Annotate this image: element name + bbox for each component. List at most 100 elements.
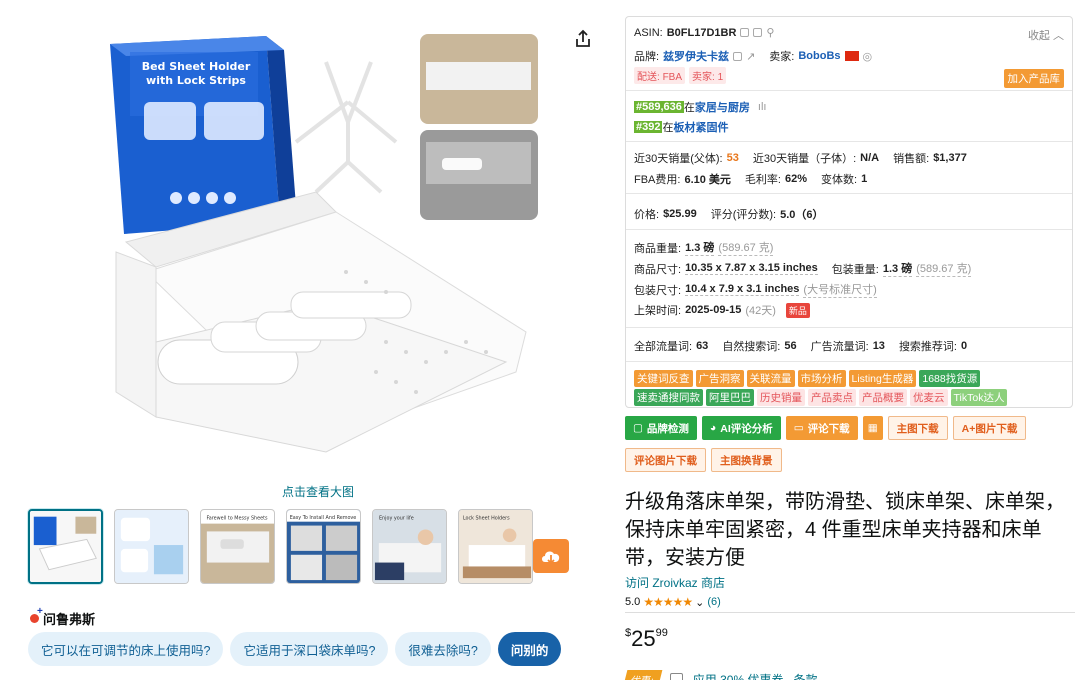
rank-row-1: #589,636 在 家居与厨房 ılı bbox=[634, 99, 767, 115]
review-image-download-button[interactable]: 评论图片下载 bbox=[625, 448, 706, 472]
rufus-heading: 问鲁弗斯 bbox=[30, 606, 95, 628]
rufus-question-chip[interactable]: 很难去除吗? bbox=[395, 632, 491, 666]
coupon-terms-link[interactable]: 条款 bbox=[793, 671, 817, 680]
product-price: $ 25 99 bbox=[625, 626, 668, 651]
asin-value: B0FL17D1BR bbox=[666, 26, 737, 39]
share-icon[interactable] bbox=[572, 28, 594, 50]
coupon-badge: 优惠: bbox=[622, 670, 663, 680]
fulfillment-badge: 配送: FBA bbox=[634, 67, 686, 84]
download-images-button[interactable] bbox=[533, 539, 569, 573]
main-image-download-button[interactable]: 主图下载 bbox=[887, 416, 948, 440]
tool-tags-row-1: 关键词反查 广告洞察 关联流量 市场分析 Listing生成器 1688找货源 bbox=[634, 370, 981, 387]
dims-row: 商品尺寸: 10.35 x 7.87 x 3.15 inches 包装重量: 1… bbox=[634, 262, 972, 277]
tool-tag[interactable]: 产品卖点 bbox=[808, 389, 856, 406]
add-to-library-button[interactable]: 加入产品库 bbox=[1003, 69, 1064, 88]
calculator-icon: ▦ bbox=[867, 422, 878, 434]
rank-badge: #392 bbox=[634, 121, 663, 133]
rufus-question-chips: 它可以在可调节的床上使用吗? 它适用于深口袋床单吗? 很难去除吗? 问别的 bbox=[28, 632, 562, 666]
thumbnail-6[interactable]: Lock Sheet Holders bbox=[458, 509, 533, 584]
store-link[interactable]: 访问 Zroivkaz 商店 bbox=[625, 574, 725, 591]
tool-tag[interactable]: 阿里巴巴 bbox=[706, 389, 754, 406]
calculator-button[interactable]: ▦ bbox=[862, 416, 883, 440]
collapse-button[interactable]: 收起 ︿ bbox=[1028, 27, 1064, 43]
tool-tag[interactable]: 广告洞察 bbox=[695, 370, 744, 387]
external-link-icon[interactable]: ↗ bbox=[746, 50, 755, 63]
rating-summary[interactable]: 5.0 ★★★★★ ⌄ (6) bbox=[625, 595, 721, 609]
tool-tags-row-2: 速卖通搜同款 阿里巴巴 历史销量 产品卖点 产品概要 优麦云 TikTok达人 bbox=[634, 389, 1008, 406]
fee-row: FBA费用: 6.10 美元 毛利率: 62% 变体数: 1 bbox=[634, 173, 868, 186]
action-buttons-row-1: ▢ 品牌检测 ◕ AI评论分析 ▭ 评论下载 ▦ 主图下载 A+图片下载 bbox=[625, 416, 1027, 440]
coupon-text[interactable]: 应用 30% 优惠券 bbox=[693, 671, 784, 680]
svg-text:Lock Sheet Holders: Lock Sheet Holders bbox=[463, 516, 510, 522]
copy-icon[interactable] bbox=[740, 28, 750, 37]
brand-link[interactable]: 兹罗伊夫卡兹 bbox=[663, 48, 729, 64]
product-title: 升级角落床单架，带防滑垫、锁床单架、床单架，保持床单牢固紧密，4 件重型床单夹持… bbox=[625, 491, 1065, 569]
tool-tag[interactable]: 关联流量 bbox=[746, 370, 795, 387]
chart-icon[interactable]: ılı bbox=[758, 101, 767, 113]
thumbnail-4[interactable]: Easy To Install And Remove bbox=[286, 509, 361, 584]
holder-pieces-illustration bbox=[115, 191, 527, 453]
action-buttons-row-2: 评论图片下载 主图换背景 bbox=[625, 448, 782, 472]
main-image-background-button[interactable]: 主图换背景 bbox=[711, 448, 782, 472]
thumbnail-3[interactable]: Farewell to Messy Sheets bbox=[200, 509, 275, 584]
thumbnail-2[interactable] bbox=[114, 509, 189, 584]
svg-text:Easy To Install And Remove: Easy To Install And Remove bbox=[290, 515, 357, 521]
tool-tag[interactable]: 1688找货源 bbox=[919, 370, 981, 387]
ask-other-button[interactable]: 问别的 bbox=[497, 632, 562, 666]
review-download-button[interactable]: ▭ 评论下载 bbox=[785, 416, 858, 440]
aplus-image-download-button[interactable]: A+图片下载 bbox=[952, 416, 1027, 440]
china-flag-icon bbox=[844, 51, 859, 61]
clip-straps-illustration bbox=[294, 61, 398, 194]
svg-text:Enjoy your life: Enjoy your life bbox=[379, 516, 414, 522]
sales-row: 近30天销量(父体): 53 近30天销量（子体）: N/A 销售额: $1,3… bbox=[634, 152, 967, 165]
fulfillment-row: 配送: FBA 卖家: 1 bbox=[634, 67, 727, 84]
seller-tool-panel: ASIN: B0FL17D1BR ⚲ 收起 ︿ 品牌: 兹罗伊夫卡兹 ↗ 卖家:… bbox=[625, 16, 1073, 408]
svg-text:Farewell to Messy Sheets: Farewell to Messy Sheets bbox=[206, 516, 268, 522]
box-title-1: Bed Sheet Holder bbox=[142, 60, 251, 73]
seller-count-badge: 卖家: 1 bbox=[689, 67, 727, 84]
asin-row: ASIN: B0FL17D1BR ⚲ bbox=[634, 26, 775, 40]
thumbnail-strip: Farewell to Messy Sheets Easy To Install… bbox=[28, 509, 533, 584]
tool-tag[interactable]: 关键词反查 bbox=[634, 370, 693, 387]
copy-icon[interactable] bbox=[733, 51, 743, 61]
tool-tag[interactable]: 优麦云 bbox=[910, 389, 948, 406]
price-rating-row: 价格: $25.99 评分(评分数): 5.0（6） bbox=[634, 208, 824, 221]
coupon-checkbox[interactable] bbox=[669, 673, 683, 680]
category-link[interactable]: 板材紧固件 bbox=[673, 119, 728, 135]
cloud-download-icon bbox=[542, 551, 560, 565]
tool-tag[interactable]: 市场分析 bbox=[797, 370, 846, 387]
pie-icon: ◕ bbox=[709, 422, 717, 434]
rufus-question-chip[interactable]: 它可以在可调节的床上使用吗? bbox=[28, 632, 224, 666]
tool-tag[interactable]: Listing生成器 bbox=[848, 370, 917, 387]
tool-tag[interactable]: 历史销量 bbox=[757, 389, 805, 406]
pkg-dims-row: 包装尺寸: 10.4 x 7.9 x 3.1 inches (大号标准尺寸) bbox=[634, 283, 877, 298]
brand-row: 品牌: 兹罗伊夫卡兹 ↗ 卖家: BoboBs ◎ bbox=[634, 48, 873, 64]
copy-icon[interactable] bbox=[753, 28, 763, 37]
tool-tag[interactable]: 速卖通搜同款 bbox=[634, 389, 703, 406]
chevron-down-icon[interactable]: ⌄ bbox=[695, 596, 704, 609]
rating-count-link[interactable]: (6) bbox=[707, 596, 720, 608]
launch-row: 上架时间: 2025-09-15 (42天) 新品 bbox=[634, 302, 810, 318]
view-large-image-link[interactable]: 点击查看大图 bbox=[282, 483, 354, 500]
check-square-icon: ▢ bbox=[633, 422, 643, 434]
main-product-image[interactable]: Bed Sheet Holder with Lock Strips bbox=[86, 22, 546, 477]
box-title-2: with Lock Strips bbox=[146, 74, 246, 87]
weight-row: 商品重量: 1.3 磅 (589.67 克) bbox=[634, 239, 774, 256]
thumbnail-1[interactable] bbox=[28, 509, 103, 584]
new-product-badge: 新品 bbox=[785, 302, 810, 318]
coupon-row: 优惠: 应用 30% 优惠券 条款 bbox=[622, 670, 817, 680]
brand-check-button[interactable]: ▢ 品牌检测 bbox=[625, 416, 697, 440]
rufus-question-chip[interactable]: 它适用于深口袋床单吗? bbox=[230, 632, 389, 666]
rufus-logo-icon bbox=[30, 606, 43, 623]
location-icon[interactable]: ⚲ bbox=[766, 26, 774, 39]
ai-review-button[interactable]: ◕ AI评论分析 bbox=[701, 416, 781, 440]
tool-tag[interactable]: TikTok达人 bbox=[950, 389, 1008, 406]
thumbnail-5[interactable]: Enjoy your life bbox=[372, 509, 447, 584]
tool-tag[interactable]: 产品概要 bbox=[859, 389, 907, 406]
keyword-stats-row: 全部流量词: 63 自然搜索词: 56 广告流量词: 13 搜索推荐词: 0 bbox=[634, 340, 968, 353]
rank-row-2: #392 在 板材紧固件 bbox=[634, 119, 729, 135]
category-link[interactable]: 家居与厨房 bbox=[695, 99, 750, 115]
rank-badge: #589,636 bbox=[634, 101, 684, 113]
location-icon[interactable]: ◎ bbox=[863, 50, 873, 63]
seller-link[interactable]: BoboBs bbox=[798, 50, 840, 62]
